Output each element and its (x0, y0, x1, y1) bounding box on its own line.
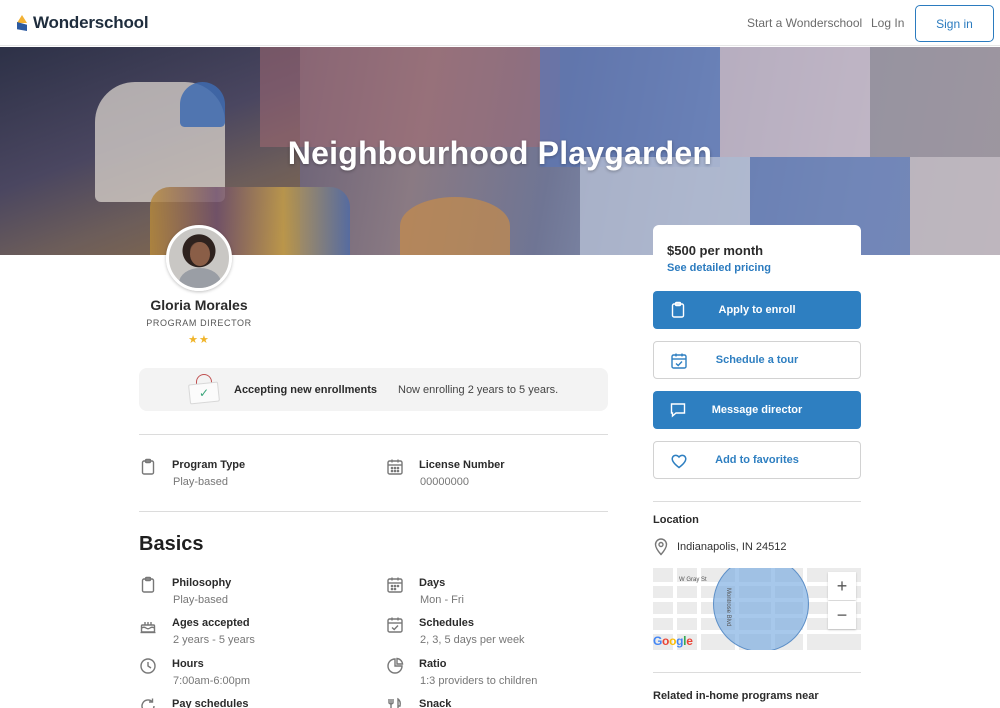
section-divider (139, 511, 608, 512)
map-zoom-out-button[interactable]: − (828, 601, 856, 629)
google-attribution: Google (653, 634, 693, 648)
clipboard-icon (671, 301, 685, 318)
pie-chart-icon (387, 657, 404, 674)
refresh-icon (141, 698, 155, 708)
director-star-rating: ★★ (188, 334, 210, 346)
basics-item-title: Schedules (419, 617, 475, 629)
basics-item-title: Pay schedules (172, 698, 249, 708)
basics-item-title: Philosophy (172, 577, 232, 589)
calendar-check-icon (671, 353, 687, 369)
map-pin-icon (654, 538, 668, 556)
clipboard-icon (141, 576, 155, 593)
basics-item-title: Ages accepted (172, 617, 250, 629)
hero-banner: Neighbourhood Playgarden (0, 47, 1000, 255)
director-role: PROGRAM DIRECTOR (146, 318, 252, 328)
enrollment-banner: ✓ Accepting new enrollments Now enrollin… (139, 368, 608, 411)
utensils-icon (388, 697, 401, 708)
apply-to-enroll-label: Apply to enroll (718, 304, 796, 316)
wonderschool-logo[interactable]: Wonderschool (17, 13, 149, 33)
top-header: Wonderschool Start a Wonderschool Log In… (0, 0, 1000, 46)
message-director-label: Message director (711, 404, 803, 416)
apply-to-enroll-button[interactable]: Apply to enroll (653, 291, 861, 329)
basics-item-value: Play-based (173, 594, 229, 606)
map-street-label: Montrose Blvd (725, 588, 731, 627)
basics-item-value: 7:00am-6:00pm (173, 675, 251, 687)
sidebar-divider (653, 501, 861, 502)
basics-item-title: Snack (419, 698, 452, 708)
license-number-title: License Number (419, 459, 505, 471)
schedule-tour-button[interactable]: Schedule a tour (653, 341, 861, 379)
basics-item-title: Hours (172, 658, 204, 670)
director-avatar (166, 225, 232, 291)
calendar-icon (387, 577, 403, 593)
map-street-label: W Gray St (679, 577, 707, 583)
basics-item-title: Ratio (419, 658, 447, 670)
location-text: Indianapolis, IN 24512 (677, 541, 787, 553)
basics-item-value: 2, 3, 5 days per week (420, 634, 525, 646)
mat-tile-red (260, 47, 560, 147)
sidebar-divider (653, 672, 861, 673)
price-card: $500 per month See detailed pricing (653, 225, 861, 285)
start-wonderschool-link[interactable]: Start a Wonderschool (747, 16, 862, 30)
price-text: $500 per month (667, 243, 764, 258)
program-title: Neighbourhood Playgarden (287, 135, 713, 171)
basics-item-value: Mon - Fri (420, 594, 464, 606)
program-type-title: Program Type (172, 459, 246, 471)
director-name: Gloria Morales (150, 297, 248, 313)
toy-bucket-shape (400, 197, 510, 255)
toy-roof-shape (180, 82, 225, 127)
calendar-grid-icon (387, 459, 403, 475)
schedule-tour-label: Schedule a tour (715, 354, 799, 366)
basics-item-value: 2 years - 5 years (173, 634, 255, 646)
section-divider (139, 434, 608, 435)
heart-icon (671, 454, 687, 469)
login-link[interactable]: Log In (871, 16, 904, 30)
enrollment-sign-icon: ✓ (187, 374, 221, 406)
logo-mark-icon (17, 15, 27, 31)
message-director-button[interactable]: Message director (653, 391, 861, 429)
sign-in-button[interactable]: Sign in (915, 5, 994, 42)
enrollment-description: Now enrolling 2 years to 5 years. (398, 384, 559, 396)
license-number-value: 00000000 (420, 476, 469, 488)
basics-item-title: Days (419, 577, 446, 589)
clock-icon (140, 658, 156, 674)
chat-bubble-icon (670, 403, 686, 418)
calendar-check-icon (387, 617, 403, 633)
add-to-favorites-label: Add to favorites (715, 454, 799, 466)
add-to-favorites-button[interactable]: Add to favorites (653, 441, 861, 479)
location-map[interactable]: W Gray St Montrose Blvd + − Google (653, 568, 861, 650)
related-programs-heading: Related in-home programs near (653, 690, 819, 702)
program-type-value: Play-based (173, 476, 229, 488)
logo-text: Wonderschool (33, 13, 149, 32)
detailed-pricing-link[interactable]: See detailed pricing (667, 262, 771, 274)
map-zoom-in-button[interactable]: + (828, 572, 856, 600)
enrollment-status-label: Accepting new enrollments (234, 384, 378, 396)
location-heading: Location (653, 514, 699, 526)
cake-icon (140, 622, 156, 634)
basics-item-value: 1:3 providers to children (420, 675, 538, 687)
clipboard-icon (141, 458, 155, 475)
basics-heading: Basics (139, 533, 204, 555)
